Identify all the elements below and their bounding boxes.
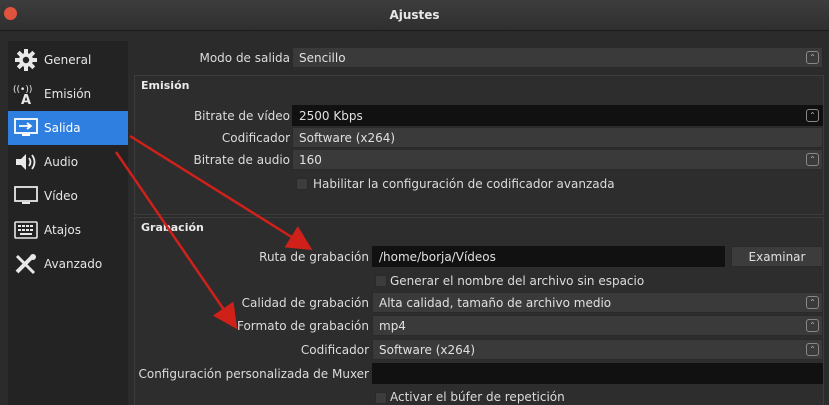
- advanced-encoder-checkbox[interactable]: [296, 178, 308, 190]
- broadcast-icon: ((•)) A: [13, 82, 39, 106]
- sidebar-item-video[interactable]: Vídeo: [8, 179, 128, 213]
- replay-buffer-checkbox[interactable]: [375, 392, 387, 404]
- updown-icon: ⌃: [806, 319, 819, 332]
- browse-button[interactable]: Examinar: [731, 246, 823, 267]
- recording-format-select[interactable]: mp4 ⌃: [372, 315, 823, 336]
- output-icon: [13, 116, 39, 140]
- sidebar-item-avanzado[interactable]: Avanzado: [8, 247, 128, 281]
- updown-icon[interactable]: ⌃: [806, 109, 819, 122]
- tools-icon: [13, 252, 39, 276]
- sidebar-item-label: Avanzado: [44, 257, 103, 271]
- monitor-icon: [13, 184, 39, 208]
- close-window-button[interactable]: [4, 7, 17, 20]
- sidebar-item-label: Salida: [44, 121, 81, 135]
- sidebar-item-atajos[interactable]: Atajos: [8, 213, 128, 247]
- stream-encoder-value: Software (x264): [299, 131, 396, 145]
- audio-bitrate-label: Bitrate de audio: [193, 153, 290, 167]
- audio-bitrate-select[interactable]: 160 ⌃: [292, 149, 823, 170]
- streaming-group-title: Emisión: [141, 79, 190, 92]
- output-mode-value: Sencillo: [299, 51, 346, 65]
- sidebar-item-emision[interactable]: ((•)) A Emisión: [8, 77, 128, 111]
- recording-quality-value: Alta calidad, tamaño de archivo medio: [379, 296, 612, 310]
- recording-path-value: /home/borja/Vídeos: [379, 250, 496, 264]
- stream-encoder-select[interactable]: Software (x264): [292, 127, 823, 148]
- sidebar-item-label: Atajos: [44, 223, 81, 237]
- recording-encoder-select[interactable]: Software (x264) ⌃: [372, 339, 823, 360]
- no-space-filename-label: Generar el nombre del archivo sin espaci…: [390, 274, 645, 288]
- video-bitrate-label: Bitrate de vídeo: [193, 109, 290, 123]
- gear-icon: [13, 48, 39, 72]
- recording-encoder-label: Codificador: [300, 343, 369, 357]
- stream-encoder-label: Codificador: [221, 131, 290, 145]
- svg-text:A: A: [21, 93, 31, 105]
- sidebar-item-salida[interactable]: Salida: [8, 111, 128, 145]
- keyboard-icon: [13, 218, 39, 242]
- no-space-filename-checkbox[interactable]: [375, 275, 387, 287]
- settings-sidebar: General ((•)) A Emisión Salida Audio Víde…: [8, 41, 128, 405]
- replay-buffer-label: Activar el búfer de repetición: [390, 390, 565, 404]
- recording-format-label: Formato de grabación: [236, 319, 369, 333]
- video-bitrate-spinbox[interactable]: 2500 Kbps ⌃: [292, 105, 823, 126]
- sidebar-item-general[interactable]: General: [8, 43, 128, 77]
- audio-bitrate-value: 160: [299, 153, 322, 167]
- advanced-encoder-label: Habilitar la configuración de codificado…: [313, 177, 615, 191]
- sidebar-item-label: Vídeo: [44, 189, 78, 203]
- muxer-settings-label: Configuración personalizada de Muxer: [138, 367, 369, 381]
- speaker-icon: [13, 150, 39, 174]
- recording-group-title: Grabación: [141, 221, 204, 234]
- video-bitrate-value: 2500 Kbps: [299, 109, 363, 123]
- sidebar-item-audio[interactable]: Audio: [8, 145, 128, 179]
- updown-icon: ⌃: [806, 343, 819, 356]
- output-mode-label: Modo de salida: [199, 51, 290, 65]
- sidebar-item-label: Emisión: [44, 87, 92, 101]
- muxer-settings-input[interactable]: [372, 363, 823, 384]
- updown-icon: ⌃: [806, 51, 819, 64]
- recording-path-label: Ruta de grabación: [259, 250, 369, 264]
- recording-encoder-value: Software (x264): [379, 343, 476, 357]
- recording-quality-label: Calidad de grabación: [241, 296, 369, 310]
- sidebar-item-label: Audio: [44, 155, 79, 169]
- recording-format-value: mp4: [379, 319, 406, 333]
- window-titlebar: Ajustes: [0, 0, 829, 31]
- recording-quality-select[interactable]: Alta calidad, tamaño de archivo medio ⌃: [372, 292, 823, 313]
- sidebar-item-label: General: [44, 53, 92, 67]
- recording-path-input[interactable]: /home/borja/Vídeos: [372, 246, 725, 267]
- window-title: Ajustes: [389, 8, 440, 22]
- output-mode-select[interactable]: Sencillo ⌃: [292, 47, 823, 68]
- output-settings-panel: Modo de salida Sencillo ⌃ Emisión Bitrat…: [132, 41, 829, 405]
- updown-icon: ⌃: [806, 296, 819, 309]
- updown-icon: ⌃: [806, 153, 819, 166]
